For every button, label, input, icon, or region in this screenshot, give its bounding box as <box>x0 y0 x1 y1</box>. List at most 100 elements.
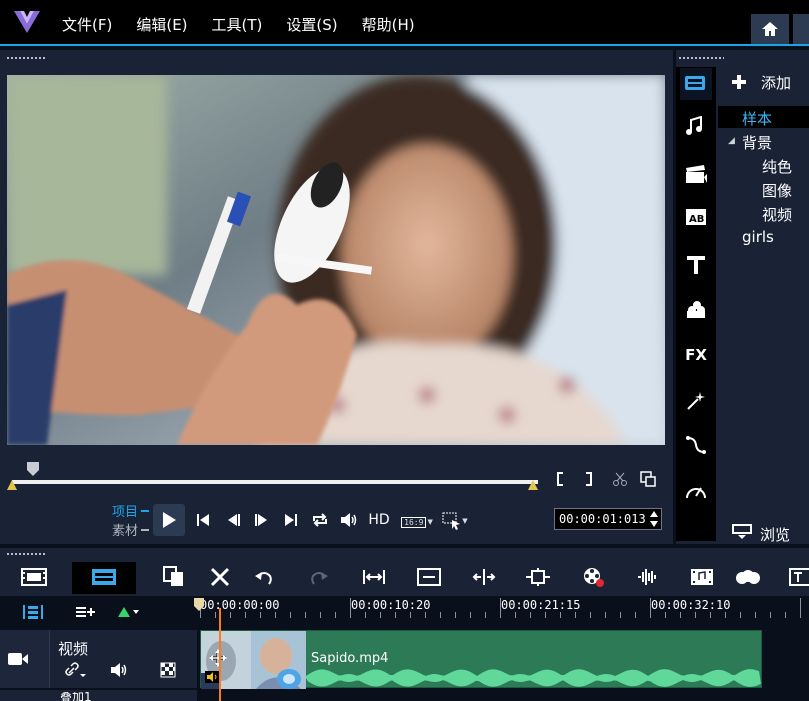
mode-project-marker <box>141 510 149 512</box>
play-button[interactable] <box>153 504 185 536</box>
panel-grip[interactable] <box>6 56 46 60</box>
mark-out-button[interactable] <box>581 470 597 488</box>
next-track-name[interactable]: 叠加1 <box>60 692 92 701</box>
track-visibility-button[interactable] <box>160 662 178 678</box>
menu-edit[interactable]: 编辑(E) <box>136 14 187 35</box>
video-clip[interactable]: Sapido.mp4 <box>200 630 762 689</box>
video-editor-window: 文件(F) 编辑(E) 工具(T) 设置(S) 帮助(H) 项目 素材 HD 1… <box>0 0 809 701</box>
repeat-button[interactable] <box>309 510 331 530</box>
title-t-icon <box>687 256 705 274</box>
sound-mixer-button[interactable] <box>634 564 662 590</box>
scrubber-head[interactable] <box>26 462 40 476</box>
track-transparency-button[interactable] <box>524 564 552 590</box>
show-all-tracks-button[interactable] <box>22 604 44 620</box>
waveform-shape <box>306 669 761 687</box>
track-name[interactable]: 视频 <box>58 638 88 659</box>
tree-item-girls[interactable]: girls <box>742 228 774 246</box>
instant-project-button[interactable] <box>680 158 712 190</box>
volume-button[interactable] <box>338 510 360 530</box>
end-button[interactable] <box>281 510 301 530</box>
zoom-fit-button[interactable] <box>415 564 443 590</box>
step-forward-icon <box>255 514 267 526</box>
media-icon <box>685 76 705 90</box>
previous-frame-button[interactable] <box>224 510 244 530</box>
tools-button[interactable] <box>206 564 234 590</box>
menu-tools[interactable]: 工具(T) <box>212 14 263 35</box>
home-start-button[interactable] <box>193 510 213 530</box>
tree-item-video[interactable]: 视频 <box>762 204 792 225</box>
menu-file[interactable]: 文件(F) <box>62 14 112 35</box>
video-track-lane[interactable]: Sapido.mp4 <box>200 630 809 689</box>
graphic-category-button[interactable] <box>680 293 712 325</box>
path-icon <box>686 436 706 454</box>
menu-settings[interactable]: 设置(S) <box>286 14 337 35</box>
track-options-dropdown[interactable] <box>116 604 142 620</box>
path-category-button[interactable] <box>680 429 712 461</box>
title-category-button[interactable] <box>680 249 712 281</box>
record-capture-button[interactable] <box>580 564 608 590</box>
tree-expand-icon[interactable]: ◢ <box>728 136 735 146</box>
mode-project[interactable]: 项目 <box>112 501 138 520</box>
ripple-edit-button[interactable] <box>470 564 498 590</box>
filmstrip-icon <box>21 568 47 586</box>
split-button[interactable] <box>610 470 630 488</box>
fit-to-window-button[interactable] <box>360 564 388 590</box>
audio-category-button[interactable] <box>680 110 712 142</box>
bracket-left-icon <box>557 472 563 486</box>
filter-category-button[interactable]: FX <box>680 339 712 371</box>
timecode-stepper[interactable] <box>648 508 660 530</box>
safe-area-dropdown[interactable]: ▼ <box>440 510 470 532</box>
track-mute-button[interactable] <box>110 662 130 678</box>
aspect-ratio-dropdown[interactable]: 16:9 ▼ <box>401 512 433 532</box>
fit-width-icon <box>363 570 385 584</box>
mark-in-button[interactable] <box>552 470 568 488</box>
browse-label[interactable]: 浏览 <box>760 524 790 545</box>
home-button[interactable] <box>751 14 789 44</box>
redo-icon <box>311 572 328 585</box>
timeline-view-button[interactable] <box>90 564 118 590</box>
track-manager-button[interactable] <box>160 564 188 590</box>
mode-clip[interactable]: 素材 <box>112 520 138 539</box>
speed-category-button[interactable] <box>680 475 712 507</box>
clip-audio-icon <box>205 671 219 683</box>
motion-category-button[interactable] <box>680 385 712 417</box>
auto-music-button[interactable] <box>688 564 716 590</box>
storyboard-view-button[interactable] <box>20 564 48 590</box>
undo-button[interactable] <box>250 564 278 590</box>
next-frame-button[interactable] <box>251 510 271 530</box>
playhead-handle[interactable] <box>193 598 205 612</box>
clip-thumbnail <box>201 631 306 689</box>
ruler-time-1: 00:00:10:20 <box>351 598 431 612</box>
menu-help[interactable]: 帮助(H) <box>362 14 415 35</box>
tree-item-color[interactable]: 纯色 <box>762 156 792 177</box>
tree-item-image[interactable]: 图像 <box>762 180 792 201</box>
expand-frame-icon <box>417 568 441 586</box>
add-track-button[interactable] <box>74 604 96 620</box>
timeline-grip[interactable] <box>6 552 46 556</box>
window-tab-button[interactable] <box>793 14 809 44</box>
multi-camera-button[interactable] <box>734 564 762 590</box>
preview-video-frame[interactable] <box>7 75 665 445</box>
ripple-link-button[interactable] <box>65 662 87 678</box>
title-tool-button[interactable] <box>786 564 809 590</box>
add-folder-button[interactable] <box>732 74 746 89</box>
tree-item-samples[interactable]: 样本 <box>742 108 772 129</box>
circles-icon <box>736 570 760 584</box>
add-label[interactable]: 添加 <box>761 72 791 93</box>
redo-button[interactable] <box>305 564 333 590</box>
library-grip[interactable] <box>678 56 724 60</box>
graphics-icon <box>687 301 705 318</box>
bracket-right-icon <box>586 472 592 486</box>
browse-button[interactable] <box>732 524 752 540</box>
skip-end-icon <box>285 514 297 526</box>
enlarge-preview-button[interactable] <box>638 470 658 488</box>
tree-item-background[interactable]: 背景 <box>742 132 772 153</box>
timeline-ruler[interactable]: 00:00:00:00 00:00:10:20 00:00:21:15 00:0… <box>0 596 809 630</box>
transition-category-button[interactable]: AB <box>680 201 712 233</box>
timecode-field[interactable]: 00:00:01:013 <box>554 508 662 530</box>
playhead-line[interactable] <box>219 608 221 701</box>
scrubber-track[interactable] <box>12 480 538 484</box>
hd-toggle[interactable]: HD <box>365 510 393 530</box>
media-category-button[interactable] <box>680 68 712 100</box>
speaker-icon <box>341 513 357 527</box>
